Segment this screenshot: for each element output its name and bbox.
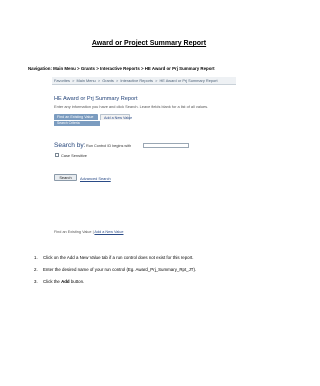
instruction-steps: 1. Click on the Add a New Value tab if a… (34, 255, 284, 291)
embedded-screenshot: Favorites > Main Menu > Grants > Interac… (52, 77, 236, 242)
step-number: 3. (34, 279, 38, 284)
breadcrumb-summary-report[interactable]: HE Award or Prj Summary Report (159, 78, 217, 83)
add-new-value-link[interactable]: Add a New Value (94, 230, 123, 234)
breadcrumb-main-menu[interactable]: Main Menu (76, 78, 95, 83)
case-sensitive-checkbox[interactable] (55, 153, 59, 157)
breadcrumb-separator: > (115, 78, 119, 83)
step-item: 2. Enter the desired name of your run co… (34, 267, 284, 279)
tab-add-new-value[interactable]: Add a New Value (100, 114, 132, 120)
breadcrumb-separator: > (97, 78, 101, 83)
search-field-label: Run Control ID begins with (86, 144, 131, 148)
step-text: Click on the Add a New Value tab if a ru… (43, 255, 194, 260)
search-criteria-label: Search Criteria (57, 121, 80, 125)
step-text: Click the Add button. (43, 279, 84, 284)
advanced-search-link[interactable]: Advanced Search (80, 176, 111, 181)
document-title: Award or Project Summary Report (91, 40, 207, 47)
case-sensitive-label: Case Sensitive (61, 152, 87, 158)
breadcrumb-interactive-reports[interactable]: Interactive Reports (120, 78, 153, 83)
step-text: Enter the desired name of your run contr… (43, 267, 197, 272)
add-keyword: Add (61, 279, 70, 284)
run-control-id-input[interactable] (143, 143, 189, 148)
breadcrumb-favorites[interactable]: Favorites (54, 78, 70, 83)
breadcrumb-separator: > (72, 78, 75, 83)
step-item: 1. Click on the Add a New Value tab if a… (34, 255, 284, 267)
step-number: 1. (34, 255, 38, 260)
search-button[interactable]: Search (54, 174, 77, 181)
navigation-line: Navigation: Main Menu > Grants > Interac… (28, 66, 215, 71)
search-criteria-header[interactable]: Search Criteria (54, 121, 100, 126)
navigation-label: Navigation: (28, 66, 52, 71)
breadcrumb-separator: > (155, 78, 158, 83)
instruction-text: Enter any information you have and click… (54, 104, 209, 109)
tab-find-existing-value[interactable]: Find an Existing Value (54, 114, 98, 120)
page-title: HE Award or Prj Summary Report (54, 96, 138, 102)
step-number: 2. (34, 267, 38, 272)
navigation-path: Main Menu > Grants > Interactive Reports… (53, 66, 215, 71)
step-text-after: button. (69, 279, 85, 284)
bottom-links: Find an Existing Value | Add a New Value (54, 230, 123, 234)
search-operator: begins with (112, 144, 132, 148)
step-text-before: Click the (43, 279, 62, 284)
step-item: 3. Click the Add button. (34, 279, 284, 291)
find-existing-value-link[interactable]: Find an Existing Value (54, 230, 92, 234)
breadcrumb: Favorites > Main Menu > Grants > Interac… (52, 77, 236, 85)
breadcrumb-grants[interactable]: Grants (102, 78, 114, 83)
search-by-label: Search by: (54, 142, 86, 149)
run-control-id-label: Run Control ID (86, 144, 112, 148)
